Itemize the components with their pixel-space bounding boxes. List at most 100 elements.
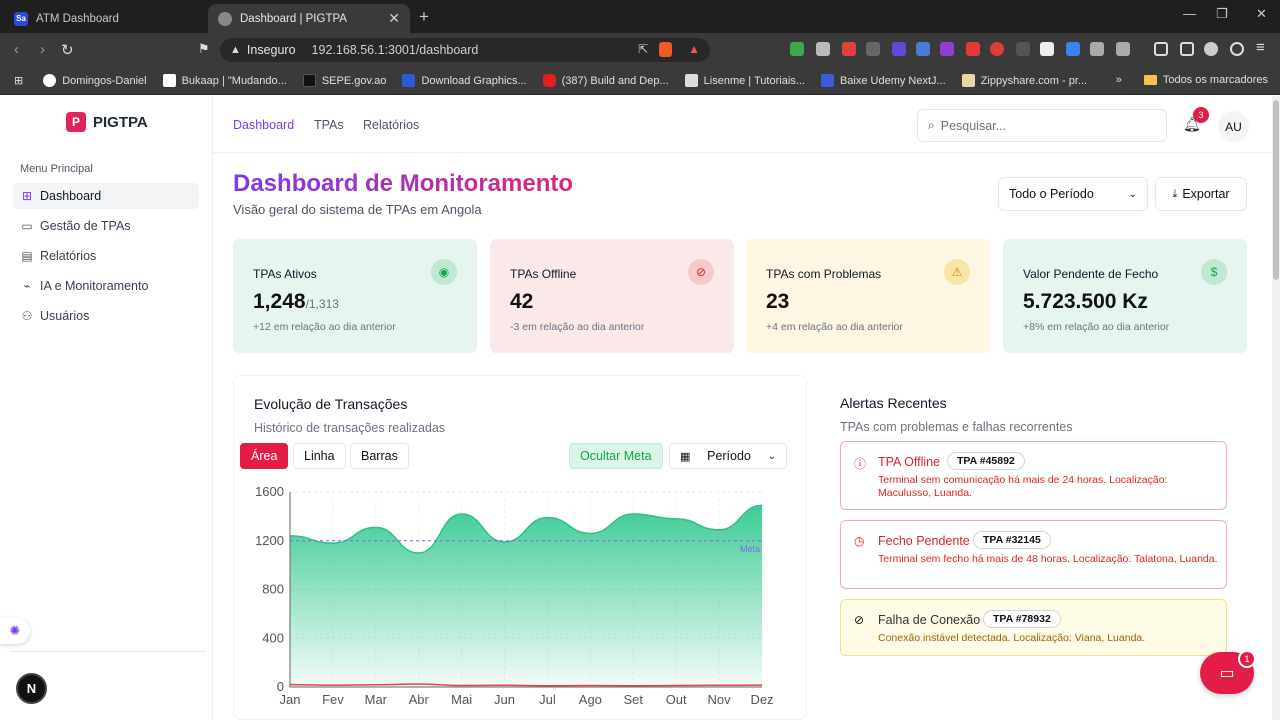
x-tick-label: Nov [708, 692, 732, 707]
alert-item[interactable]: ⓘ TPA Offline TPA #45892 Terminal sem co… [840, 441, 1227, 510]
bookmark-item[interactable]: Download Graphics... [402, 74, 527, 87]
ext-icon[interactable] [990, 42, 1004, 56]
bookmark-item[interactable]: Domingos-Daniel [43, 74, 147, 87]
apps-icon[interactable]: ⊞ [14, 74, 23, 87]
bookmark-label: Bukaap | "Mudando... [181, 74, 287, 87]
pen-ext-icon[interactable] [816, 42, 830, 56]
x-tick-label: Ago [579, 692, 602, 707]
alert-title: Fecho Pendente [878, 534, 970, 548]
sidebar-item-relatorios[interactable]: ▤ Relatórios [13, 243, 199, 269]
vpn-icon[interactable] [1230, 42, 1244, 56]
minimize-icon[interactable]: — [1183, 6, 1196, 21]
brain-icon[interactable]: ✺ [0, 618, 30, 644]
x-tick-label: Abr [409, 692, 430, 707]
sidebar-icon[interactable] [1154, 42, 1168, 56]
bookmark-item[interactable]: SEPE.gov.ao [302, 74, 386, 87]
stat-title: TPAs Offline [510, 267, 577, 281]
scrollbar-thumb[interactable] [1273, 100, 1279, 280]
bookmark-icon[interactable]: ⚑ [198, 41, 210, 57]
y-tick-label: 1200 [255, 533, 284, 548]
download-ext-icon[interactable] [790, 42, 804, 56]
export-button[interactable]: ⤓ Exportar [1155, 177, 1247, 211]
x-tick-label: Dez [750, 692, 773, 707]
bookmark-item[interactable]: Baixe Udemy NextJ... [820, 74, 946, 87]
page-scrollbar[interactable] [1272, 96, 1280, 720]
menu-icon[interactable]: ≡ [1256, 39, 1265, 56]
alert-tag: TPA #45892 [947, 452, 1025, 470]
alert-item[interactable]: ◷ Fecho Pendente TPA #32145 Terminal sem… [840, 520, 1227, 589]
nav-link-relatorios[interactable]: Relatórios [363, 118, 419, 132]
x-tick-label: Set [624, 692, 644, 707]
download-ext-icon[interactable] [940, 42, 954, 56]
chart-type-area-button[interactable]: Área [240, 443, 289, 469]
search-icon: ⌕ [928, 118, 935, 132]
bookmark-favicon [402, 74, 416, 87]
ext-icon[interactable] [1016, 42, 1030, 56]
bookmark-item[interactable]: Zippyshare.com - pr... [961, 74, 1087, 87]
hide-target-button[interactable]: Ocultar Meta [569, 443, 663, 469]
wordpress-ext-icon[interactable] [866, 42, 880, 56]
new-tab-icon[interactable]: + [419, 7, 429, 27]
bookmark-favicon [43, 74, 57, 87]
browser-tab-atm[interactable]: Sa ATM Dashboard [4, 4, 204, 33]
ai-icon[interactable] [1204, 42, 1218, 56]
browser-tab-bar: Sa ATM Dashboard Dashboard | PIGTPA ✕ + … [0, 0, 1280, 33]
stat-value: 42 [510, 290, 534, 313]
bookmark-item[interactable]: Lisenme | Tutoriais... [684, 74, 805, 87]
alert-item[interactable]: ⊘ Falha de Conexão TPA #78932 Conexão in… [840, 599, 1227, 656]
ext-icon[interactable] [892, 42, 906, 56]
avatar[interactable]: AU [1218, 111, 1249, 142]
brave-rewards-icon[interactable]: ▲ [688, 42, 700, 56]
nav-link-tpas[interactable]: TPAs [314, 118, 344, 132]
forward-icon[interactable]: › [40, 41, 45, 58]
stat-value: 1,248/1,313 [253, 290, 457, 314]
browser-tab-dashboard[interactable]: Dashboard | PIGTPA ✕ [208, 4, 410, 33]
sidebar: P PIGTPA Menu Principal ⊞ Dashboard ▭ Ge… [0, 96, 213, 720]
all-bookmarks-label[interactable]: Todos os marcadores [1163, 74, 1268, 86]
ext-icon[interactable] [842, 42, 856, 56]
bookmark-item[interactable]: (387) Build and Dep... [542, 74, 669, 87]
wallet-icon[interactable] [1180, 42, 1194, 56]
sidebar-item-tpas[interactable]: ▭ Gestão de TPAs [13, 213, 199, 239]
search-input[interactable]: ⌕ Pesquisar... [917, 109, 1167, 142]
stat-card-pending: $ Valor Pendente de Fecho 5.723.500 Kz +… [1003, 239, 1247, 353]
x-tick-label: Jun [494, 692, 515, 707]
reload-icon[interactable]: ↻ [61, 41, 74, 59]
grid-icon: ⊞ [21, 189, 33, 203]
window-close-icon[interactable]: ✕ [1256, 6, 1267, 22]
youtube-icon [542, 74, 556, 87]
stat-title: TPAs Ativos [253, 267, 317, 281]
ext-icon[interactable] [1066, 42, 1080, 56]
ext-icon[interactable] [966, 42, 980, 56]
x-tick-label: Mai [451, 692, 472, 707]
chevron-right-icon[interactable]: » [1116, 74, 1122, 86]
audio-ext-icon[interactable] [916, 42, 930, 56]
puzzle-icon[interactable] [1090, 42, 1104, 56]
share-icon[interactable]: ⇱ [638, 42, 648, 56]
brave-shield-icon[interactable] [659, 42, 672, 57]
tab-label: ATM Dashboard [36, 12, 119, 25]
url-text[interactable]: 192.168.56.1:3001/dashboard [312, 43, 479, 57]
brand[interactable]: P PIGTPA [66, 112, 148, 132]
bookmark-item[interactable]: Bukaap | "Mudando... [162, 74, 287, 87]
url-field[interactable]: ▲ Inseguro 192.168.56.1:3001/dashboard ⇱… [220, 38, 710, 62]
period-select[interactable]: Todo o Período ⌄ [998, 177, 1148, 211]
ext-icon[interactable] [1040, 42, 1054, 56]
chart-period-select[interactable]: ▦ Período ⌄ [669, 443, 787, 469]
chart-type-line-button[interactable]: Linha [293, 443, 346, 469]
maximize-icon[interactable]: ❐ [1216, 6, 1228, 22]
security-label[interactable]: Inseguro [247, 43, 296, 57]
notification-badge: 3 [1193, 107, 1209, 123]
close-icon[interactable]: ✕ [388, 10, 400, 27]
sidebar-item-ia[interactable]: ⌁ IA e Monitoramento [13, 273, 199, 299]
chevron-down-icon: ⌄ [767, 450, 776, 462]
alert-description: Conexão instável detectada. Localização:… [878, 632, 1146, 644]
sidebar-item-usuarios[interactable]: ⚇ Usuários [13, 303, 199, 329]
nextjs-devtools-button[interactable]: N [16, 673, 47, 704]
stat-card-problems: ⚠ TPAs com Problemas 23 +4 em relação ao… [746, 239, 990, 353]
ext-icon[interactable] [1116, 42, 1130, 56]
back-icon[interactable]: ‹ [14, 41, 19, 58]
sidebar-item-dashboard[interactable]: ⊞ Dashboard [13, 183, 199, 209]
chart-type-bars-button[interactable]: Barras [350, 443, 409, 469]
nav-link-dashboard[interactable]: Dashboard [233, 118, 294, 132]
